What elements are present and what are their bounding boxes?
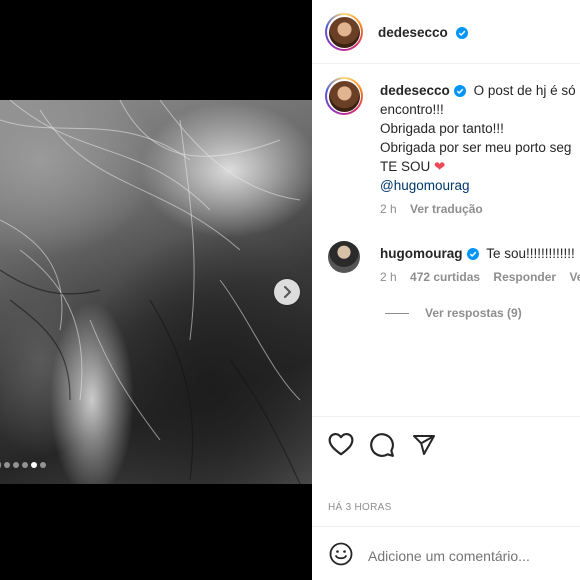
comment-text: Te sou!!!!!!!!!!!!!: [486, 246, 575, 261]
emoji-smiley-icon[interactable]: [329, 542, 353, 566]
post-media: [0, 0, 312, 580]
carousel-indicator: [0, 462, 46, 468]
post-photo[interactable]: [0, 100, 312, 484]
see-more-button[interactable]: Ver: [569, 270, 580, 284]
comment-input[interactable]: [366, 544, 570, 568]
header-username[interactable]: dedesecco: [378, 25, 448, 40]
verified-badge-icon: [456, 27, 469, 39]
comment-likes[interactable]: 472 curtidas: [410, 270, 480, 284]
caption-meta: 2 h Ver tradução: [380, 202, 483, 216]
reply-button[interactable]: Responder: [493, 270, 556, 284]
view-replies-button[interactable]: Ver respostas (9): [385, 306, 522, 320]
carousel-dot: [13, 462, 19, 468]
caption: dedesecco O post de hj é só encontro!!! …: [380, 81, 580, 195]
carousel-dot: [4, 462, 10, 468]
commenter-avatar[interactable]: [328, 241, 360, 273]
caption-mention-link[interactable]: @hugomourag: [380, 176, 580, 195]
post-header: dedesecco: [312, 0, 580, 64]
view-replies-label: Ver respostas (9): [425, 306, 522, 320]
verified-badge-icon: [466, 248, 479, 260]
carousel-dot: [40, 462, 46, 468]
caption-line-5: TE SOU: [380, 159, 431, 174]
composer-divider: [312, 526, 580, 527]
actions-divider: [312, 416, 580, 417]
like-heart-icon[interactable]: [328, 432, 354, 456]
comment-bubble-icon[interactable]: [369, 432, 395, 458]
heart-emoji: ❤: [434, 159, 446, 174]
comment-time: 2 h: [380, 270, 397, 284]
comment-meta: 2 h 472 curtidas Responder Ver: [380, 270, 580, 284]
post-timestamp: HÁ 3 HORAS: [328, 502, 392, 513]
caption-line-4: Obrigada por ser meu porto seg: [380, 140, 572, 155]
chevron-right-icon: [284, 286, 291, 298]
author-avatar[interactable]: [325, 13, 363, 51]
caption-line-1: O post de hj é só: [473, 83, 576, 98]
comment: hugomourag Te sou!!!!!!!!!!!!!: [380, 244, 580, 263]
caption-line-2: encontro!!!: [380, 102, 444, 117]
caption-username[interactable]: dedesecco: [380, 83, 450, 98]
caption-author-avatar[interactable]: [325, 77, 363, 115]
photo-hair-strands: [0, 100, 301, 484]
comment-username[interactable]: hugomourag: [380, 246, 463, 261]
share-send-icon[interactable]: [412, 433, 436, 457]
next-media-button[interactable]: [274, 279, 300, 305]
carousel-dot: [0, 462, 1, 468]
carousel-dot-active: [31, 462, 37, 468]
post-side-panel: dedesecco dedesecco O post de hj é só en…: [312, 0, 580, 580]
verified-badge-icon: [453, 85, 466, 97]
see-translation-button[interactable]: Ver tradução: [410, 202, 483, 216]
caption-line-3: Obrigada por tanto!!!: [380, 121, 504, 136]
caption-time: 2 h: [380, 202, 397, 216]
carousel-dot: [22, 462, 28, 468]
replies-divider: [385, 312, 409, 314]
